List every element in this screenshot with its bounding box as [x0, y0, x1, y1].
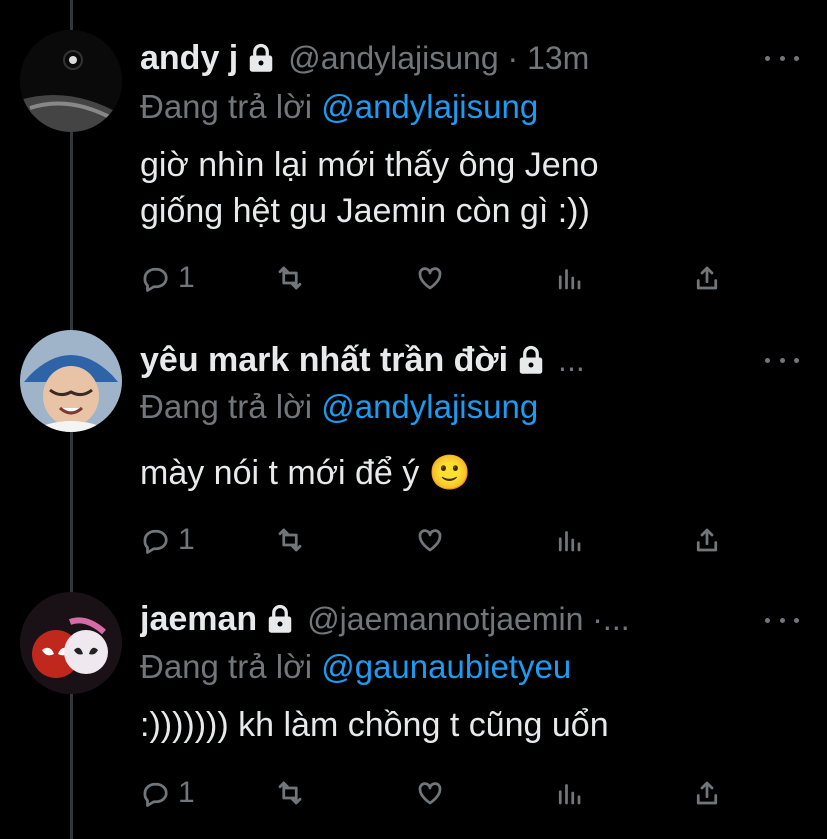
tweet-text: mày nói t mới để ý 🙂: [140, 450, 780, 496]
tweet-text-line: giống hệt gu Jaemin còn gì :)): [140, 192, 590, 230]
tweet-text-line: mày nói t mới để ý 🙂: [140, 454, 472, 492]
display-name[interactable]: yêu mark nhất trần đời: [140, 341, 508, 380]
retweet-icon: [278, 781, 302, 805]
handle-time[interactable]: @andylajisung · 13m: [288, 40, 589, 77]
more-icon[interactable]: [765, 350, 799, 370]
reply-mention[interactable]: @gaunaubietyeu: [321, 648, 571, 685]
tweet-3[interactable]: jaeman @jaemannotjaemin ·... Đang trả lờ…: [0, 580, 827, 839]
share-icon: [696, 266, 718, 290]
replying-to: Đang trả lời @andylajisung: [140, 388, 538, 426]
analytics-icon: [558, 531, 581, 552]
tweet-header: andy j @andylajisung · 13m: [140, 36, 750, 80]
reply-button[interactable]: 1: [140, 523, 195, 557]
retweet-icon: [278, 528, 302, 552]
tweet-text-line: :))))))) kh làm chồng t cũng uổn: [140, 706, 609, 744]
reply-prefix: Đang trả lời: [140, 388, 313, 425]
action-bar: 1: [140, 776, 740, 810]
display-name[interactable]: andy j: [140, 39, 238, 78]
lock-icon: [514, 343, 548, 377]
tweet-text: :))))))) kh làm chồng t cũng uổn: [140, 702, 780, 748]
handle-time[interactable]: @jaemannotjaemin ·...: [307, 601, 629, 638]
reply-mention[interactable]: @andylajisung: [321, 388, 538, 425]
tweet-1[interactable]: andy j @andylajisung · 13m Đang trả lời …: [0, 0, 827, 310]
action-bar: 1: [140, 261, 740, 295]
reply-icon: [143, 529, 168, 554]
reply-count: 1: [178, 261, 195, 294]
reply-button[interactable]: 1: [140, 776, 195, 810]
heart-icon: [418, 529, 442, 552]
heart-icon: [418, 782, 442, 805]
avatar[interactable]: [20, 330, 122, 432]
like-button[interactable]: [415, 776, 445, 810]
tweet-2[interactable]: yêu mark nhất trần đời ... Đang trả lời …: [0, 310, 827, 580]
replying-to: Đang trả lời @gaunaubietyeu: [140, 648, 571, 686]
share-button[interactable]: [692, 523, 722, 557]
display-name[interactable]: jaeman: [140, 600, 257, 639]
tweet-text-line: giờ nhìn lại mới thấy ông Jeno: [140, 146, 599, 184]
analytics-icon: [558, 269, 581, 290]
action-bar: 1: [140, 523, 740, 557]
reply-icon: [143, 782, 168, 807]
share-icon: [696, 528, 718, 552]
tweet-header: yêu mark nhất trần đời ...: [140, 338, 700, 382]
more-icon[interactable]: [765, 610, 799, 630]
avatar[interactable]: [20, 30, 122, 132]
analytics-icon: [558, 784, 581, 805]
retweet-icon: [278, 266, 302, 290]
lock-icon: [263, 602, 297, 636]
handle-time[interactable]: ...: [558, 342, 585, 379]
retweet-button[interactable]: [275, 261, 305, 295]
like-button[interactable]: [415, 261, 445, 295]
share-button[interactable]: [692, 261, 722, 295]
reply-count: 1: [178, 523, 195, 556]
reply-icon: [143, 267, 168, 292]
reply-count: 1: [178, 776, 195, 809]
reply-mention[interactable]: @andylajisung: [321, 88, 538, 125]
tweet-header: jaeman @jaemannotjaemin ·...: [140, 597, 750, 641]
replying-to: Đang trả lời @andylajisung: [140, 88, 538, 126]
like-button[interactable]: [415, 523, 445, 557]
reply-prefix: Đang trả lời: [140, 648, 313, 685]
tweet-text: giờ nhìn lại mới thấy ông Jeno giống hệt…: [140, 142, 780, 234]
share-button[interactable]: [692, 776, 722, 810]
analytics-button[interactable]: [554, 261, 584, 295]
retweet-button[interactable]: [275, 523, 305, 557]
lock-icon: [244, 41, 278, 75]
analytics-button[interactable]: [554, 523, 584, 557]
reply-button[interactable]: 1: [140, 261, 195, 295]
analytics-button[interactable]: [554, 776, 584, 810]
reply-prefix: Đang trả lời: [140, 88, 313, 125]
share-icon: [696, 781, 718, 805]
avatar[interactable]: [20, 592, 122, 694]
heart-icon: [418, 267, 442, 290]
more-icon[interactable]: [765, 48, 799, 68]
retweet-button[interactable]: [275, 776, 305, 810]
